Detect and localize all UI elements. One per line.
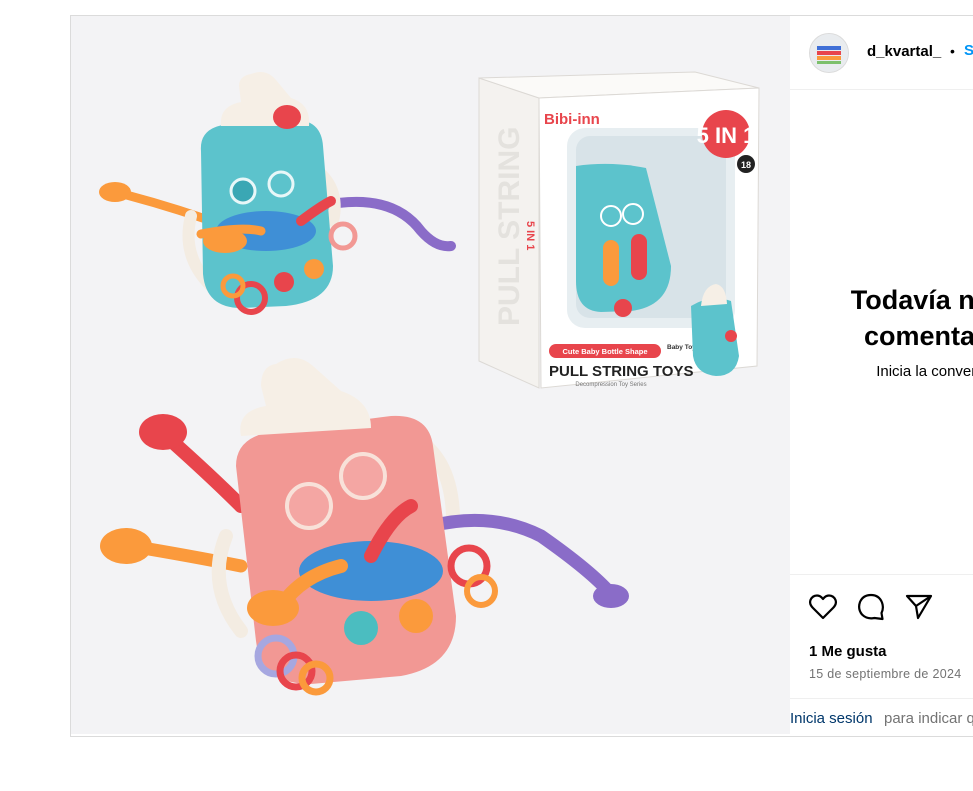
- heart-icon[interactable]: [808, 592, 838, 622]
- post-date[interactable]: 15 de septiembre de 2024: [809, 667, 961, 681]
- box-side-text: PULL STRING: [493, 127, 526, 326]
- box-subtitle-text: Decompression Toy Series: [575, 382, 646, 388]
- empty-comments-title-line1: Todavía no hay: [850, 285, 973, 315]
- box-ribbon-text: Cute Baby Bottle Shape: [562, 347, 647, 356]
- paper-plane-icon[interactable]: [904, 592, 934, 622]
- box-side-badge: 5 IN 1: [524, 221, 536, 250]
- empty-comments-title: Todavía no hay comentarios.: [790, 282, 973, 354]
- avatar[interactable]: [809, 33, 849, 73]
- follow-button[interactable]: Seguir: [964, 42, 973, 59]
- post-actions: 1 Me gusta 15 de septiembre de 2024: [790, 574, 973, 699]
- toy-product-photo: 5 IN 1 18 Bibi-inn PULL STRING 5 IN 1 Cu…: [71, 16, 790, 734]
- box-age-text: 18: [741, 160, 751, 170]
- avatar-image: [810, 34, 848, 72]
- header-separator: •: [950, 43, 955, 59]
- username-link[interactable]: d_kvartal_: [867, 43, 941, 60]
- login-prompt-text: para indicar que te gusta o comentar.: [884, 710, 973, 727]
- box-title-text: PULL STRING TOYS: [549, 363, 693, 380]
- empty-comments-subtitle: Inicia la conversación.: [876, 363, 973, 380]
- post-image[interactable]: 5 IN 1 18 Bibi-inn PULL STRING 5 IN 1 Cu…: [71, 16, 790, 734]
- post-card: 5 IN 1 18 Bibi-inn PULL STRING 5 IN 1 Cu…: [70, 15, 973, 737]
- post-header: d_kvartal_ • Seguir: [790, 16, 973, 90]
- empty-comments-title-line2: comentarios.: [863, 321, 973, 351]
- login-link[interactable]: Inicia sesión: [790, 710, 873, 727]
- post-side-panel: d_kvartal_ • Seguir Todavía no hay comen…: [790, 16, 973, 736]
- likes-count[interactable]: 1 Me gusta: [809, 643, 887, 660]
- comments-area: Todavía no hay comentarios. Inicia la co…: [790, 90, 973, 574]
- comment-icon[interactable]: [856, 592, 886, 622]
- box-brand-text: Bibi-inn: [544, 111, 600, 128]
- product-box: 5 IN 1 18 Bibi-inn PULL STRING 5 IN 1 Cu…: [478, 71, 760, 389]
- box-badge-text: 5 IN 1: [697, 123, 756, 148]
- login-prompt: Inicia sesión para indicar que te gusta …: [790, 698, 973, 736]
